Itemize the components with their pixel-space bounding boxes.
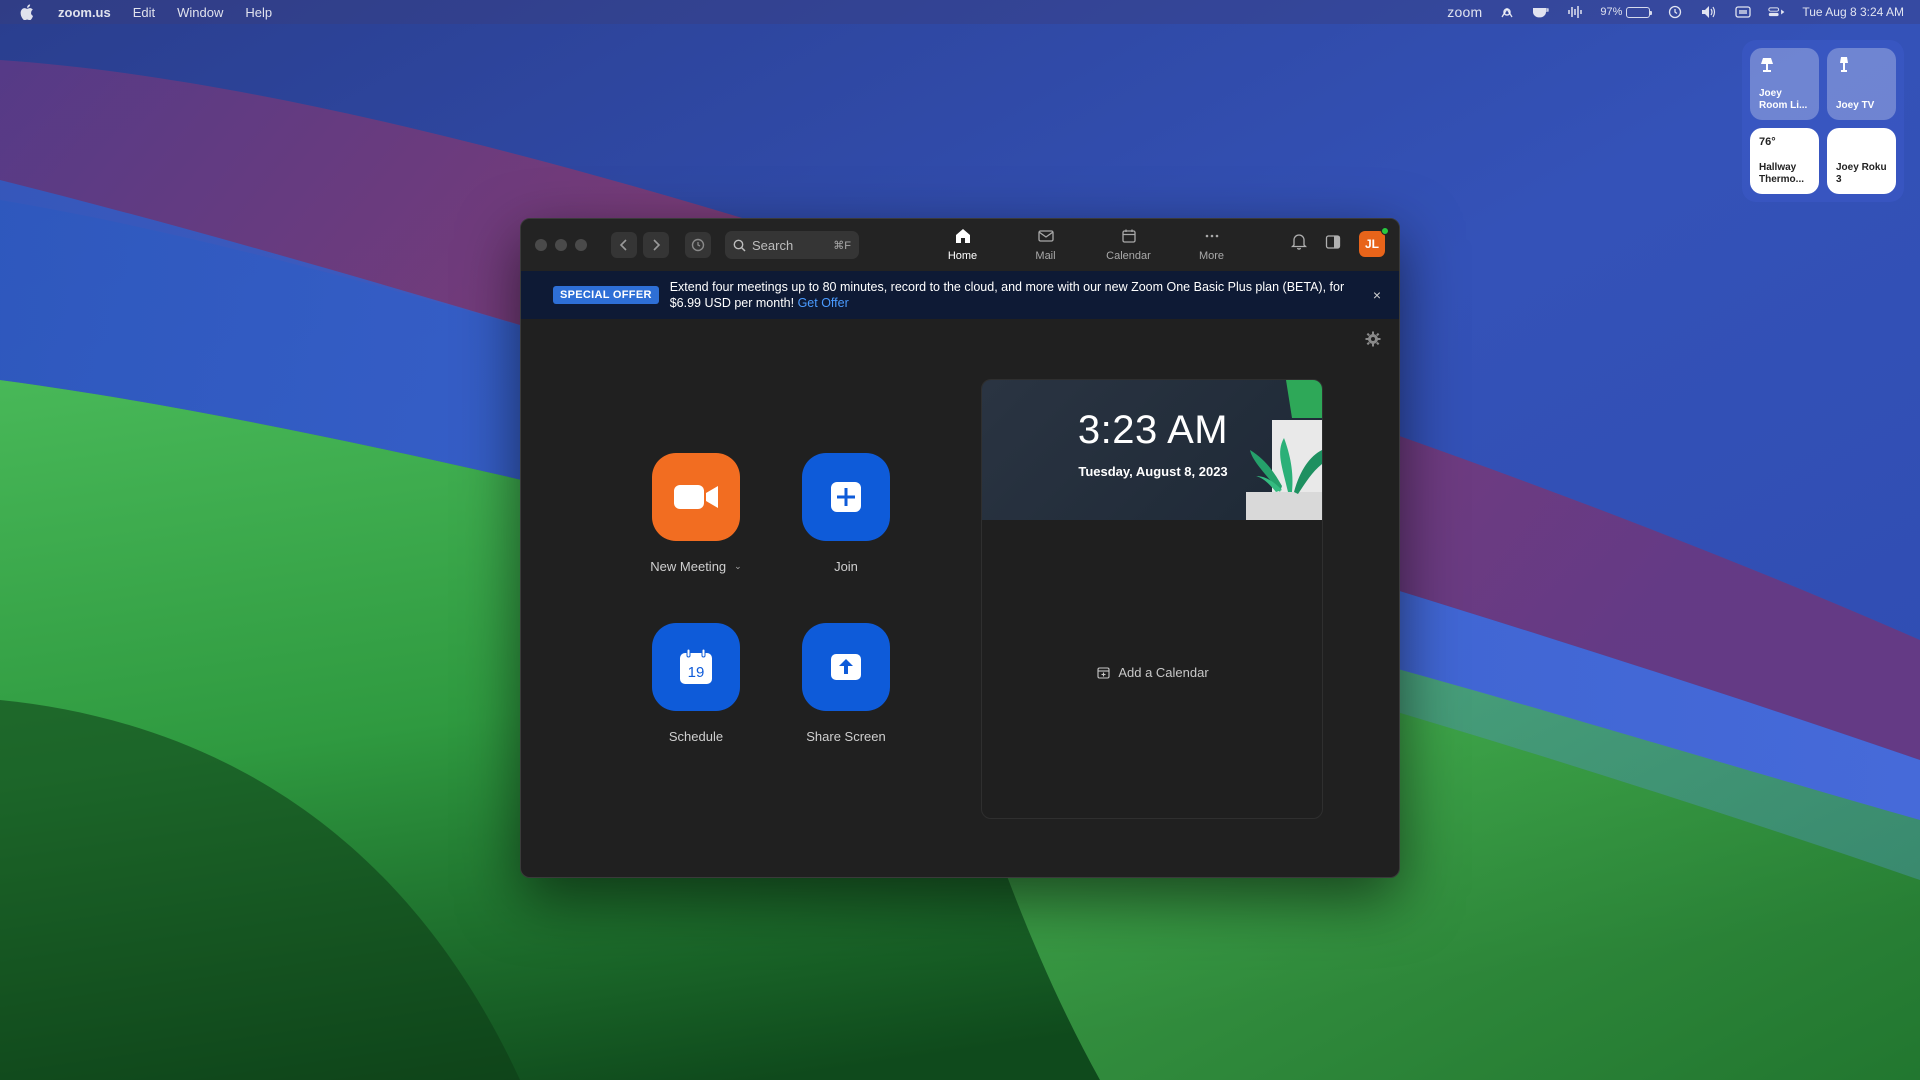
lamp-icon xyxy=(1840,57,1848,72)
schedule-action: 19 Schedule xyxy=(621,623,771,744)
online-status-dot xyxy=(1381,227,1389,235)
history-button[interactable] xyxy=(685,232,711,258)
tab-more[interactable]: More xyxy=(1170,227,1253,262)
search-shortcut: ⌘F xyxy=(833,239,851,252)
join-label: Join xyxy=(834,559,858,574)
special-offer-banner: SPECIAL OFFER Extend four meetings up to… xyxy=(521,271,1399,319)
tab-label: Mail xyxy=(1035,250,1056,262)
new-meeting-action: New Meeting ⌄ xyxy=(621,453,771,574)
close-window-button[interactable] xyxy=(535,239,547,251)
home-tile-label: Hallway Thermo... xyxy=(1759,162,1805,185)
home-widget: Joey Room Li... Joey TV 76° Hallway Ther… xyxy=(1742,40,1904,202)
chevron-right-icon xyxy=(653,239,661,251)
tab-label: Calendar xyxy=(1106,250,1151,262)
zoom-status-item[interactable]: zoom xyxy=(1447,4,1482,20)
tab-label: Home xyxy=(947,250,978,262)
video-camera-icon xyxy=(674,485,718,509)
special-offer-badge: SPECIAL OFFER xyxy=(553,286,659,304)
forward-button[interactable] xyxy=(643,232,669,258)
new-meeting-label: New Meeting xyxy=(650,559,727,574)
control-center-icon[interactable] xyxy=(1768,5,1786,19)
banner-close-button[interactable]: × xyxy=(1373,287,1381,303)
menu-edit[interactable]: Edit xyxy=(133,5,155,20)
search-input[interactable]: Search ⌘F xyxy=(725,231,859,259)
clock-time: 3:23 AM xyxy=(1077,408,1229,452)
home-tile-label: Joey TV xyxy=(1836,100,1875,111)
home-tile-roku[interactable]: Joey Roku 3 xyxy=(1827,128,1896,194)
screen-mirroring-icon[interactable] xyxy=(1734,5,1752,19)
search-placeholder: Search xyxy=(752,237,794,253)
volume-icon[interactable] xyxy=(1700,5,1718,19)
add-calendar-label: Add a Calendar xyxy=(1118,665,1209,680)
calendar-panel: 3:23 AM Tuesday, August 8, 2023 Add a Ca… xyxy=(981,379,1323,819)
tab-calendar[interactable]: Calendar xyxy=(1087,227,1170,262)
side-panel-toggle[interactable] xyxy=(1325,234,1341,255)
battery-percent: 97% xyxy=(1600,6,1623,18)
add-calendar-button[interactable]: Add a Calendar xyxy=(982,665,1322,680)
lamp-icon xyxy=(1761,58,1773,72)
home-tile-thermostat[interactable]: 76° Hallway Thermo... xyxy=(1750,128,1819,194)
avatar-initials: JL xyxy=(1364,237,1379,251)
calendar-plus-icon xyxy=(1097,667,1110,679)
menu-window[interactable]: Window xyxy=(177,5,223,20)
share-screen-button[interactable] xyxy=(802,623,890,711)
audio-waveform-icon[interactable] xyxy=(1566,5,1584,19)
location-icon[interactable] xyxy=(1498,5,1516,19)
notifications-button[interactable] xyxy=(1290,233,1308,255)
schedule-label: Schedule xyxy=(668,729,724,744)
chevron-down-icon[interactable]: ⌄ xyxy=(734,561,742,572)
join-action: Join xyxy=(771,453,921,574)
title-bar: Search ⌘F Home Mail Calendar More JL xyxy=(521,219,1399,271)
battery-status[interactable]: 97% xyxy=(1600,6,1653,18)
search-icon xyxy=(733,239,746,252)
menu-help[interactable]: Help xyxy=(245,5,272,20)
sidebar-icon xyxy=(1325,234,1341,249)
menu-bar: zoom.us Edit Window Help zoom 97% Tue Au… xyxy=(0,0,1920,24)
home-tile-room-light[interactable]: Joey Room Li... xyxy=(1750,48,1819,120)
schedule-button[interactable]: 19 xyxy=(652,623,740,711)
battery-icon xyxy=(1626,6,1653,18)
plus-icon xyxy=(831,482,861,512)
schedule-day: 19 xyxy=(688,664,705,681)
bell-icon xyxy=(1290,234,1308,250)
main-tabs: Home Mail Calendar More xyxy=(921,227,1253,262)
tab-mail[interactable]: Mail xyxy=(1004,227,1087,262)
banner-text: Extend four meetings up to 80 minutes, r… xyxy=(670,279,1370,311)
thermostat-value: 76° xyxy=(1759,136,1776,148)
clock-date: Tuesday, August 8, 2023 xyxy=(1078,464,1228,479)
time-machine-icon[interactable] xyxy=(1666,5,1684,19)
chevron-left-icon xyxy=(619,239,627,251)
settings-gear-icon[interactable] xyxy=(1365,331,1381,347)
calendar-icon: 19 xyxy=(680,648,712,684)
home-tile-label: Joey Roku 3 xyxy=(1836,162,1887,185)
join-button[interactable] xyxy=(802,453,890,541)
menu-clock[interactable]: Tue Aug 8 3:24 AM xyxy=(1802,5,1904,19)
history-icon xyxy=(691,238,705,252)
share-screen-action: Share Screen xyxy=(771,623,921,744)
banner-message: Extend four meetings up to 80 minutes, r… xyxy=(669,280,1345,310)
share-screen-label: Share Screen xyxy=(806,729,886,744)
more-icon xyxy=(1205,234,1218,238)
back-button[interactable] xyxy=(611,232,637,258)
coffee-icon[interactable] xyxy=(1532,5,1550,19)
apple-icon[interactable] xyxy=(18,4,36,20)
menu-app-name[interactable]: zoom.us xyxy=(58,5,111,20)
tab-label: More xyxy=(1198,250,1225,262)
share-up-arrow-icon xyxy=(831,654,861,680)
zoom-window: Search ⌘F Home Mail Calendar More JL SPE… xyxy=(520,218,1400,878)
home-tile-tv[interactable]: Joey TV xyxy=(1827,48,1896,120)
new-meeting-button[interactable] xyxy=(652,453,740,541)
zoom-window-button[interactable] xyxy=(575,239,587,251)
calendar-icon xyxy=(1121,229,1136,243)
clock-header: 3:23 AM Tuesday, August 8, 2023 xyxy=(982,380,1322,520)
home-tile-label: Joey Room Li... xyxy=(1759,88,1808,111)
window-controls xyxy=(535,239,587,251)
tab-home[interactable]: Home xyxy=(921,227,1004,262)
home-icon xyxy=(955,229,970,243)
mail-icon xyxy=(1037,230,1054,242)
get-offer-link[interactable]: Get Offer xyxy=(798,296,849,310)
minimize-window-button[interactable] xyxy=(555,239,567,251)
avatar[interactable]: JL xyxy=(1359,227,1389,257)
